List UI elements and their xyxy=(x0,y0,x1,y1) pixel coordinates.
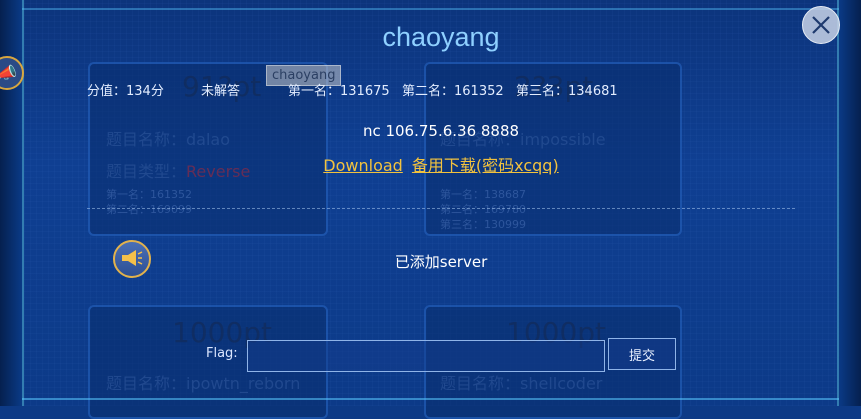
submit-button[interactable]: 提交 xyxy=(608,338,676,370)
rank-first: 第一名：131675 xyxy=(288,84,390,99)
divider xyxy=(87,208,795,209)
challenge-title: chaoyang xyxy=(382,22,500,52)
close-button[interactable] xyxy=(802,6,840,44)
challenge-modal: chaoyang chaoyang 分值：134分 未解答 第一名：131675… xyxy=(50,0,840,406)
flag-label: Flag: xyxy=(206,346,238,361)
download-links: Download 备用下载(密码xcqq) xyxy=(50,152,832,176)
notice-text: 已添加server xyxy=(394,253,488,271)
download-link[interactable]: Download xyxy=(323,156,403,175)
flag-input[interactable] xyxy=(247,340,605,372)
score-text: 分值：134分 xyxy=(87,84,164,99)
rank-third: 第三名：134681 xyxy=(516,84,618,99)
solve-status: 未解答 xyxy=(201,84,241,99)
backup-download-link[interactable]: 备用下载(密码xcqq) xyxy=(412,156,559,175)
close-icon xyxy=(812,16,830,34)
frame-right xyxy=(837,0,861,406)
rank-second: 第二名：161352 xyxy=(402,84,504,99)
connection-info: nc 106.75.6.36 8888 xyxy=(362,122,520,140)
